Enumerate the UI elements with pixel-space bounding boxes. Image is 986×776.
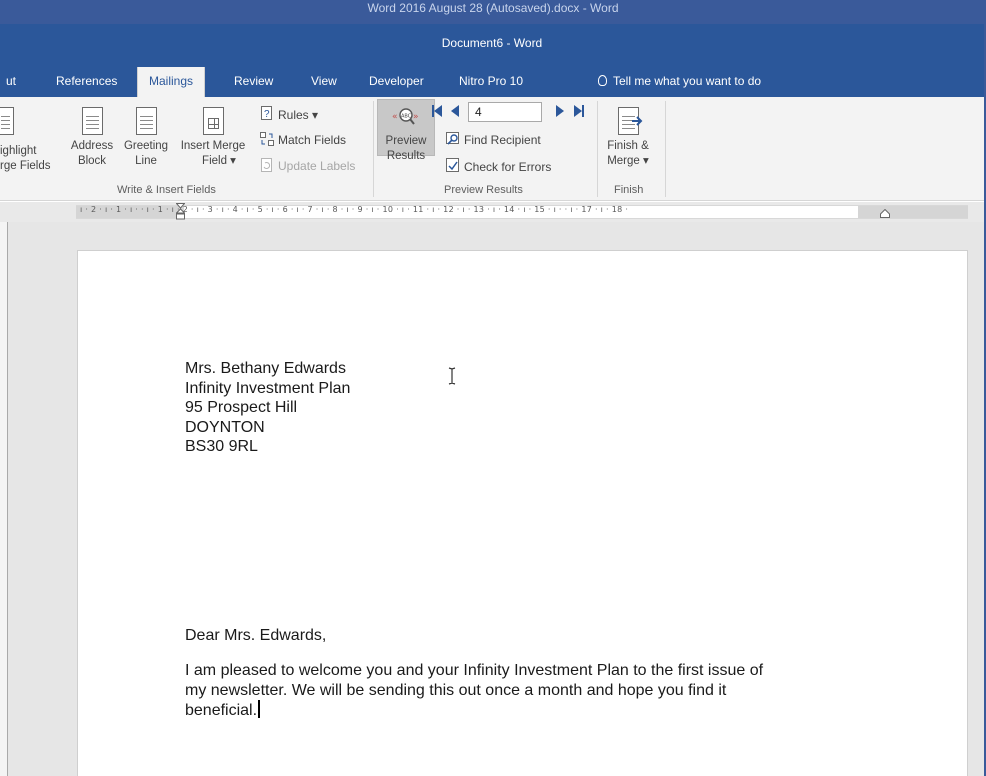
ribbon-tabs: ut References Mailings Review View Devel… (0, 67, 984, 97)
insert-merge-field-label-1: Insert Merge (180, 140, 246, 152)
greeting-line-button[interactable]: Greeting Line (118, 107, 174, 169)
tab-references[interactable]: References (56, 67, 117, 97)
last-record-icon-bar (582, 105, 584, 117)
ruler-right-margin (858, 206, 968, 218)
document-workspace: Mrs. Bethany Edwards Infinity Investment… (0, 222, 984, 776)
magnifier-icon (446, 132, 460, 146)
finish-merge-button[interactable]: Finish & Merge ▾ (603, 107, 653, 169)
check-errors-icon (446, 158, 460, 172)
tab-view[interactable]: View (311, 67, 337, 97)
background-window-title: Word 2016 August 28 (Autosaved).docx - W… (0, 0, 986, 24)
group-divider (665, 101, 666, 197)
finish-group-label: Finish (614, 184, 644, 196)
previous-record-button[interactable] (451, 105, 459, 117)
last-record-button[interactable] (574, 105, 582, 117)
tab-nitro-pro[interactable]: Nitro Pro 10 (459, 67, 523, 97)
left-indent-marker[interactable] (176, 203, 185, 220)
vertical-ruler (0, 222, 8, 776)
preview-label-2: Results (386, 150, 426, 162)
body-line-3-text: beneficial. (185, 702, 258, 719)
lightbulb-icon (598, 75, 607, 86)
match-fields-label: Match Fields (278, 133, 347, 147)
first-record-button[interactable] (434, 105, 442, 117)
body-line-3: beneficial. (185, 700, 261, 721)
preview-results-label: Preview Results (377, 134, 435, 164)
svg-text:ABC: ABC (401, 114, 412, 120)
rules-button[interactable]: ? Rules ▾ (260, 106, 318, 123)
right-indent-marker[interactable] (880, 209, 890, 218)
horizontal-ruler[interactable]: ı · 2 · ı · 1 · ı · · ı · 1 · ı · 2 · ı … (76, 203, 968, 220)
tell-me-search[interactable]: Tell me what you want to do (598, 67, 761, 97)
body-line-2: my newsletter. We will be sending this o… (185, 681, 727, 699)
next-record-button[interactable] (556, 105, 564, 117)
svg-text:?: ? (264, 109, 270, 120)
greeting-line-icon (135, 107, 157, 135)
insert-merge-field-label-2: Field ▾ (202, 155, 236, 167)
background-window-title-text: Word 2016 August 28 (Autosaved).docx - W… (367, 1, 619, 15)
rules-label: Rules ▾ (278, 108, 319, 122)
svg-text:»: » (413, 112, 419, 122)
document-icon (0, 107, 14, 135)
match-fields-icon (260, 132, 274, 146)
address-line-company: Infinity Investment Plan (185, 379, 351, 397)
find-recipient-label: Find Recipient (464, 133, 541, 147)
title-bar: Document6 - Word (0, 24, 984, 67)
greeting-line-label-2: Line (135, 155, 157, 167)
address-line-name: Mrs. Bethany Edwards (185, 360, 346, 377)
salutation: Dear Mrs. Edwards, (185, 627, 327, 644)
address-block-button[interactable]: Address Block (66, 107, 118, 169)
group-divider (597, 101, 598, 197)
svg-text:«: « (392, 112, 398, 122)
ruler-area: ı · 2 · ı · 1 · ı · · ı · 1 · ı · 2 · ı … (0, 202, 984, 222)
write-insert-fields-group-label: Write & Insert Fields (117, 184, 216, 196)
check-for-errors-button[interactable]: Check for Errors (446, 158, 551, 175)
insert-merge-field-icon (202, 107, 224, 135)
address-line-street: 95 Prospect Hill (185, 399, 298, 416)
address-line-postcode: BS30 9RL (185, 438, 258, 455)
find-recipient-button[interactable]: Find Recipient (446, 132, 541, 148)
tab-review[interactable]: Review (234, 67, 273, 97)
address-block-label-1: Address (70, 140, 114, 152)
document-page[interactable]: Mrs. Bethany Edwards Infinity Investment… (77, 250, 968, 776)
group-divider (373, 101, 374, 197)
update-labels-icon (260, 158, 274, 172)
preview-label-1: Preview (385, 135, 427, 147)
finish-merge-label-1: Finish & (607, 140, 649, 152)
greeting-line-label-1: Greeting (123, 140, 169, 152)
tab-mailings[interactable]: Mailings (137, 67, 206, 97)
ibeam-cursor-icon (448, 367, 456, 385)
preview-results-icon: « » ABC (392, 108, 419, 125)
ruler-labels: ı · 2 · ı · 1 · ı · · ı · 1 · ı · 2 · ı … (80, 205, 629, 214)
tab-layout[interactable]: ut (6, 67, 16, 97)
ribbon: ighlight rge Fields Address Block Greeti… (0, 97, 984, 201)
finish-merge-label-2: Merge ▾ (607, 155, 649, 167)
body-line-1: I am pleased to welcome you and your Inf… (185, 662, 764, 679)
finish-merge-icon (617, 107, 642, 135)
highlight-label-1: ighlight (0, 145, 37, 157)
address-block-icon (81, 107, 103, 135)
highlight-label-2: rge Fields (0, 160, 51, 172)
preview-results-group-label: Preview Results (444, 184, 523, 196)
check-for-errors-label: Check for Errors (464, 160, 552, 174)
rules-icon: ? (260, 106, 274, 120)
match-fields-button[interactable]: Match Fields (260, 132, 346, 148)
record-number-input[interactable]: 4 (468, 102, 542, 122)
tab-developer[interactable]: Developer (369, 67, 424, 97)
tell-me-text: Tell me what you want to do (613, 74, 762, 88)
window-title: Document6 - Word (441, 36, 543, 50)
address-block-label-2: Block (77, 155, 107, 167)
text-caret (258, 700, 261, 718)
update-labels-label: Update Labels (278, 159, 356, 173)
update-labels-button[interactable]: Update Labels (260, 158, 355, 174)
address-line-city: DOYNTON (185, 418, 265, 436)
insert-merge-field-button[interactable]: Insert Merge Field ▾ (176, 107, 250, 169)
